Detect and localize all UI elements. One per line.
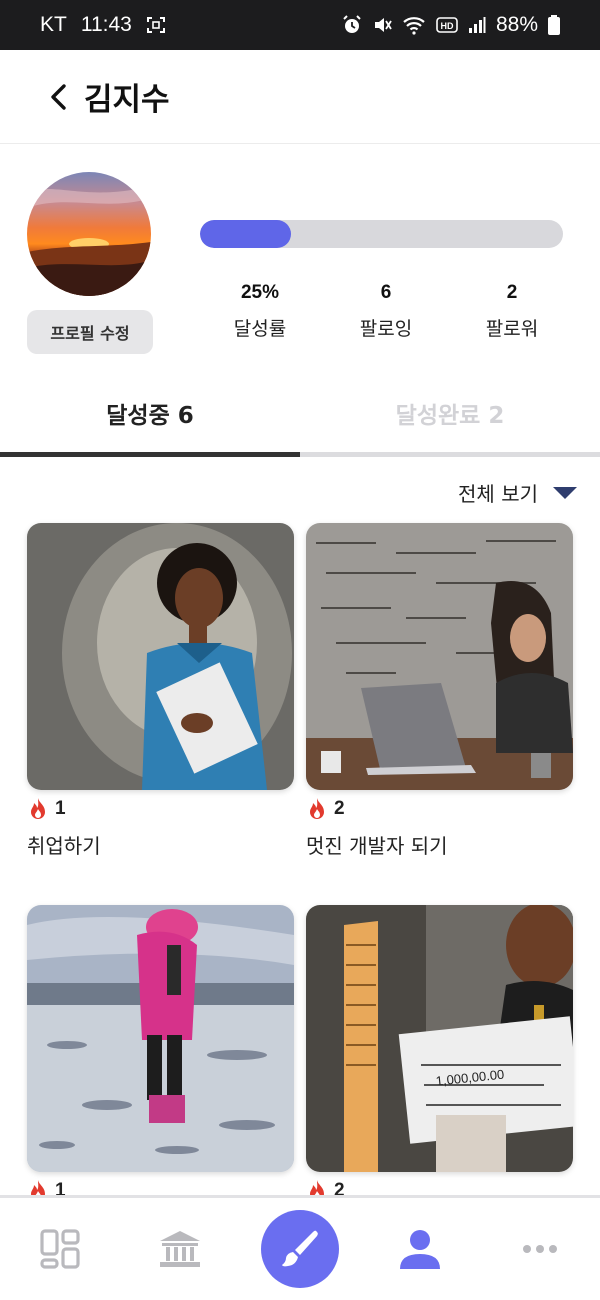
fire-meta: 2 — [306, 796, 573, 822]
back-button[interactable] — [38, 77, 78, 117]
more-icon — [523, 1245, 557, 1253]
goal-card[interactable]: 1 취업하기 — [27, 523, 294, 859]
goal-image[interactable] — [27, 905, 294, 1172]
nav-create[interactable] — [240, 1198, 360, 1300]
carrier-text: KT — [40, 13, 67, 36]
profile-stats: 25% 달성률 6 팔로잉 2 팔로워 — [200, 282, 580, 342]
stat-value: 25% — [240, 282, 280, 303]
bank-icon — [160, 1231, 200, 1267]
goal-card[interactable]: 1,000,00.00 2 — [306, 905, 573, 1212]
chevron-left-icon — [51, 83, 66, 110]
goal-image[interactable] — [27, 523, 294, 790]
filter-label: 전체 보기 — [458, 482, 538, 506]
edit-profile-button[interactable]: 프로필 수정 — [27, 310, 153, 354]
goal-tabs: 달성중 6 달성완료 2 — [0, 372, 600, 460]
nav-profile[interactable] — [360, 1198, 480, 1300]
stat-value: 6 — [380, 282, 392, 303]
person-icon — [400, 1230, 440, 1269]
goal-image[interactable]: 1,000,00.00 — [306, 905, 573, 1172]
hd-icon: HD — [436, 16, 458, 34]
svg-text:HD: HD — [440, 21, 453, 31]
page-title: 김지수 — [84, 82, 170, 118]
stat-label: 달성률 — [233, 318, 287, 340]
tab-active-indicator — [0, 452, 300, 457]
stat-following[interactable]: 6 팔로잉 — [326, 282, 446, 341]
goal-title: 취업하기 — [27, 834, 101, 858]
battery-icon — [548, 15, 560, 35]
create-button[interactable] — [261, 1210, 339, 1288]
fire-icon — [31, 798, 45, 819]
stat-label: 팔로워 — [485, 318, 539, 340]
mute-icon — [372, 15, 392, 35]
goal-title: 멋진 개발자 되기 — [306, 834, 448, 858]
goal-image[interactable] — [306, 523, 573, 790]
stat-followers[interactable]: 2 팔로워 — [452, 282, 572, 341]
fire-meta: 1 — [27, 796, 294, 822]
top-header: 김지수 — [0, 50, 600, 144]
signal-icon — [468, 16, 486, 34]
avatar[interactable] — [27, 172, 151, 296]
wifi-icon — [402, 15, 426, 35]
stat-achievement: 25% 달성률 — [200, 282, 320, 341]
fire-icon — [310, 798, 324, 819]
brush-icon — [282, 1230, 318, 1267]
goal-card[interactable]: 2 멋진 개발자 되기 — [306, 523, 573, 859]
status-bar: KT 11:43 HD 88% — [0, 0, 600, 50]
alarm-icon — [342, 15, 362, 35]
tab-in-progress[interactable]: 달성중 6 — [0, 372, 300, 454]
fire-count: 1 — [55, 798, 66, 819]
dashboard-icon — [40, 1229, 80, 1269]
bottom-navigation — [0, 1195, 600, 1300]
tab-completed[interactable]: 달성완료 2 — [300, 372, 600, 454]
clock-text: 11:43 — [80, 13, 132, 36]
screenshot-icon — [146, 16, 166, 34]
nav-bank[interactable] — [120, 1198, 240, 1300]
nav-more[interactable] — [480, 1198, 600, 1300]
filter-dropdown[interactable]: 전체 보기 — [458, 478, 578, 507]
achievement-progress-bar — [200, 220, 563, 248]
caret-down-icon — [553, 486, 577, 499]
progress-fill — [200, 220, 291, 248]
stat-value: 2 — [506, 282, 518, 303]
nav-dashboard[interactable] — [0, 1198, 120, 1300]
battery-text: 88% — [495, 13, 538, 36]
fire-count: 2 — [334, 798, 345, 819]
goal-card[interactable]: 1 — [27, 905, 294, 1212]
stat-label: 팔로잉 — [359, 318, 413, 340]
